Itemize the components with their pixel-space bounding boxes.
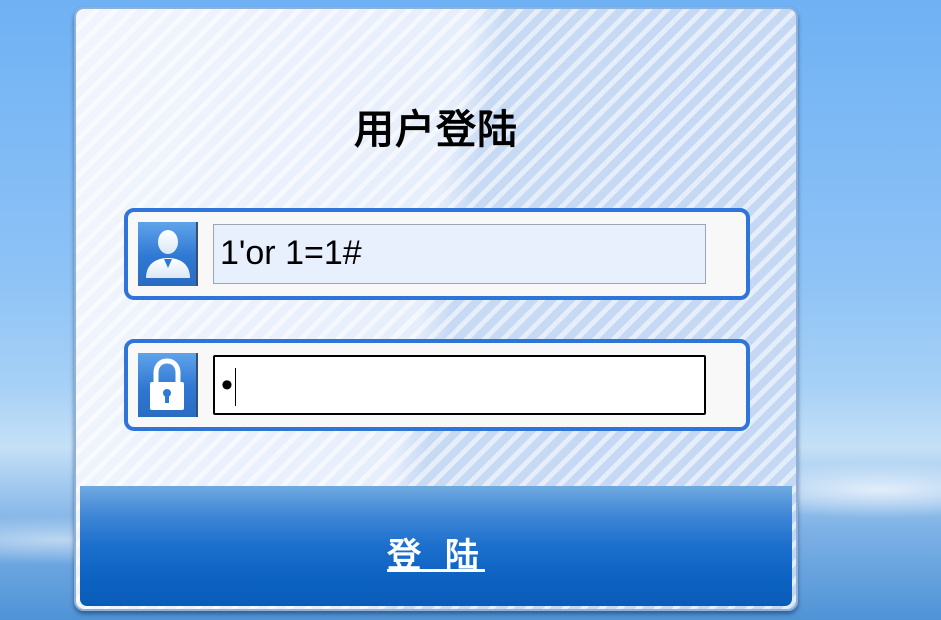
username-field-group: 1'or 1=1# xyxy=(124,208,750,300)
text-caret xyxy=(234,368,236,407)
password-input[interactable]: • xyxy=(213,355,706,415)
login-button[interactable]: 登 陆 xyxy=(80,528,792,577)
login-button-bar: 登 陆 xyxy=(80,486,792,606)
password-mask: • xyxy=(221,366,233,404)
username-input[interactable]: 1'or 1=1# xyxy=(213,224,706,284)
user-icon xyxy=(138,222,198,286)
lock-icon xyxy=(138,353,198,417)
page-title: 用户登陆 xyxy=(354,107,518,153)
login-panel: 用户登陆 1'or 1=1# • 登 陆 xyxy=(74,7,798,611)
password-field-group: • xyxy=(124,339,750,431)
